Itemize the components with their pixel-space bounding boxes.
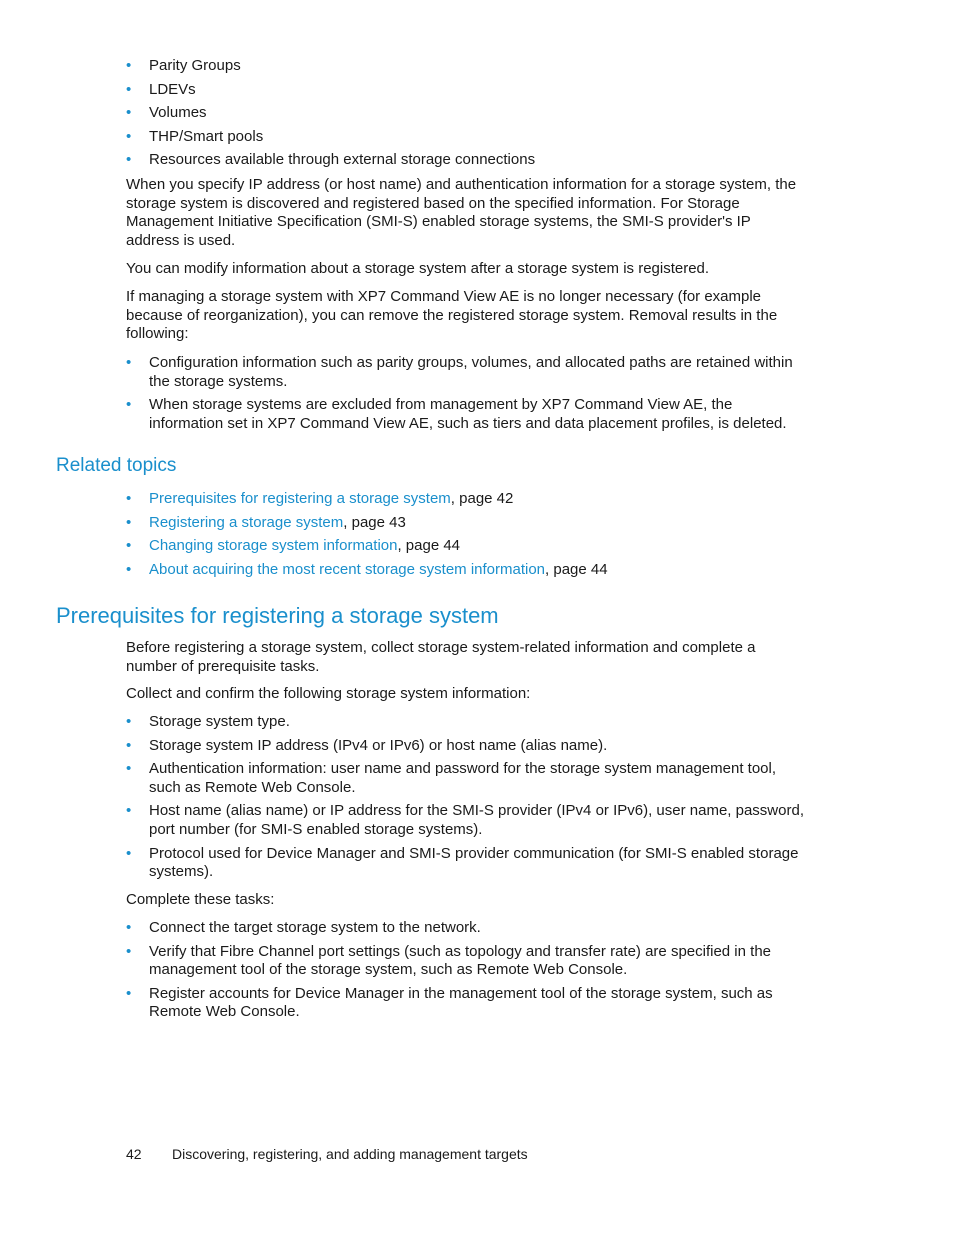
list-item: • THP/Smart pools bbox=[126, 125, 806, 149]
related-topics-heading: Related topics bbox=[56, 455, 177, 476]
paragraph-collect: Collect and confirm the following storag… bbox=[126, 685, 531, 702]
list-item: • LDEVs bbox=[126, 78, 806, 102]
bullet-icon: • bbox=[126, 104, 132, 121]
list-item: • Register accounts for Device Manager in… bbox=[126, 984, 773, 1021]
related-topic-item: • Changing storage system information, pa… bbox=[126, 534, 806, 558]
bullet-icon: • bbox=[126, 354, 132, 371]
bullet-icon: • bbox=[126, 490, 132, 507]
bullet-icon: • bbox=[126, 80, 132, 98]
info-list: • Storage system type. • Storage system IP… bbox=[126, 713, 806, 882]
bullet-icon: • bbox=[126, 57, 132, 74]
list-item: • Configuration information such as parit… bbox=[126, 354, 793, 390]
list-item: • Storage system IP address (IPv4 or IPv6… bbox=[126, 736, 608, 754]
related-topic-item: • About acquiring the most recent storage… bbox=[126, 558, 806, 582]
paragraph-remove: If managing a storage system with XP7 Co… bbox=[126, 288, 778, 343]
bullet-icon: • bbox=[126, 396, 132, 414]
bullet-icon: • bbox=[126, 802, 132, 820]
related-topic-link[interactable]: Prerequisites for registering a storage … bbox=[149, 490, 451, 507]
removal-results-list: • Configuration information such as parit… bbox=[126, 354, 806, 433]
bullet-icon: • bbox=[126, 713, 132, 730]
bullet-icon: • bbox=[126, 127, 132, 145]
bullet-icon: • bbox=[126, 736, 132, 754]
related-topics-list: • Prerequisites for registering a storage… bbox=[126, 487, 806, 581]
bullet-icon: • bbox=[126, 537, 132, 554]
page-footer: 42 Discovering, registering, and adding m… bbox=[126, 1146, 528, 1162]
bullet-icon: • bbox=[126, 760, 132, 778]
related-topic-item: • Prerequisites for registering a storage… bbox=[126, 487, 806, 511]
paragraph-intro: Before registering a storage system, col… bbox=[126, 639, 756, 675]
bullet-icon: • bbox=[126, 919, 132, 936]
related-topic-link[interactable]: Changing storage system information bbox=[149, 537, 397, 554]
chapter-title: Discovering, registering, and adding man… bbox=[172, 1146, 528, 1162]
list-item: • Verify that Fibre Channel port settings… bbox=[126, 942, 772, 979]
list-item: • Connect the target storage system to th… bbox=[126, 919, 481, 936]
resource-list: • Parity Groups • LDEVs • Volumes • THP/Smar… bbox=[126, 54, 806, 172]
list-item: • Authentication information: user name a… bbox=[126, 760, 777, 796]
bullet-icon: • bbox=[126, 844, 132, 862]
paragraph-discovery: When you specify IP address (or host nam… bbox=[126, 176, 797, 249]
paragraph-modify: You can modify information about a stora… bbox=[126, 260, 710, 277]
list-item: • Protocol used for Device Manager and SM… bbox=[126, 844, 799, 881]
bullet-icon: • bbox=[126, 942, 132, 960]
list-item: • When storage systems are excluded from … bbox=[126, 396, 787, 432]
bullet-icon: • bbox=[126, 560, 132, 578]
bullet-icon: • bbox=[126, 513, 132, 531]
list-item: • Volumes bbox=[126, 101, 806, 125]
section-heading: Prerequisites for registering a storage … bbox=[56, 603, 499, 628]
bullet-icon: • bbox=[126, 151, 132, 168]
list-item: • Resources available through external st… bbox=[126, 148, 806, 172]
bullet-icon: • bbox=[126, 984, 132, 1002]
tasks-list: • Connect the target storage system to th… bbox=[126, 919, 806, 1022]
page-number: 42 bbox=[126, 1146, 142, 1162]
paragraph-tasks: Complete these tasks: bbox=[126, 891, 275, 908]
related-topic-link[interactable]: About acquiring the most recent storage … bbox=[149, 561, 545, 578]
list-item: • Storage system type. bbox=[126, 713, 290, 730]
list-item: • Host name (alias name) or IP address fo… bbox=[126, 802, 804, 838]
list-item: • Parity Groups bbox=[126, 54, 806, 78]
related-topic-item: • Registering a storage system, page 43 bbox=[126, 511, 806, 535]
related-topic-link[interactable]: Registering a storage system bbox=[149, 514, 343, 531]
